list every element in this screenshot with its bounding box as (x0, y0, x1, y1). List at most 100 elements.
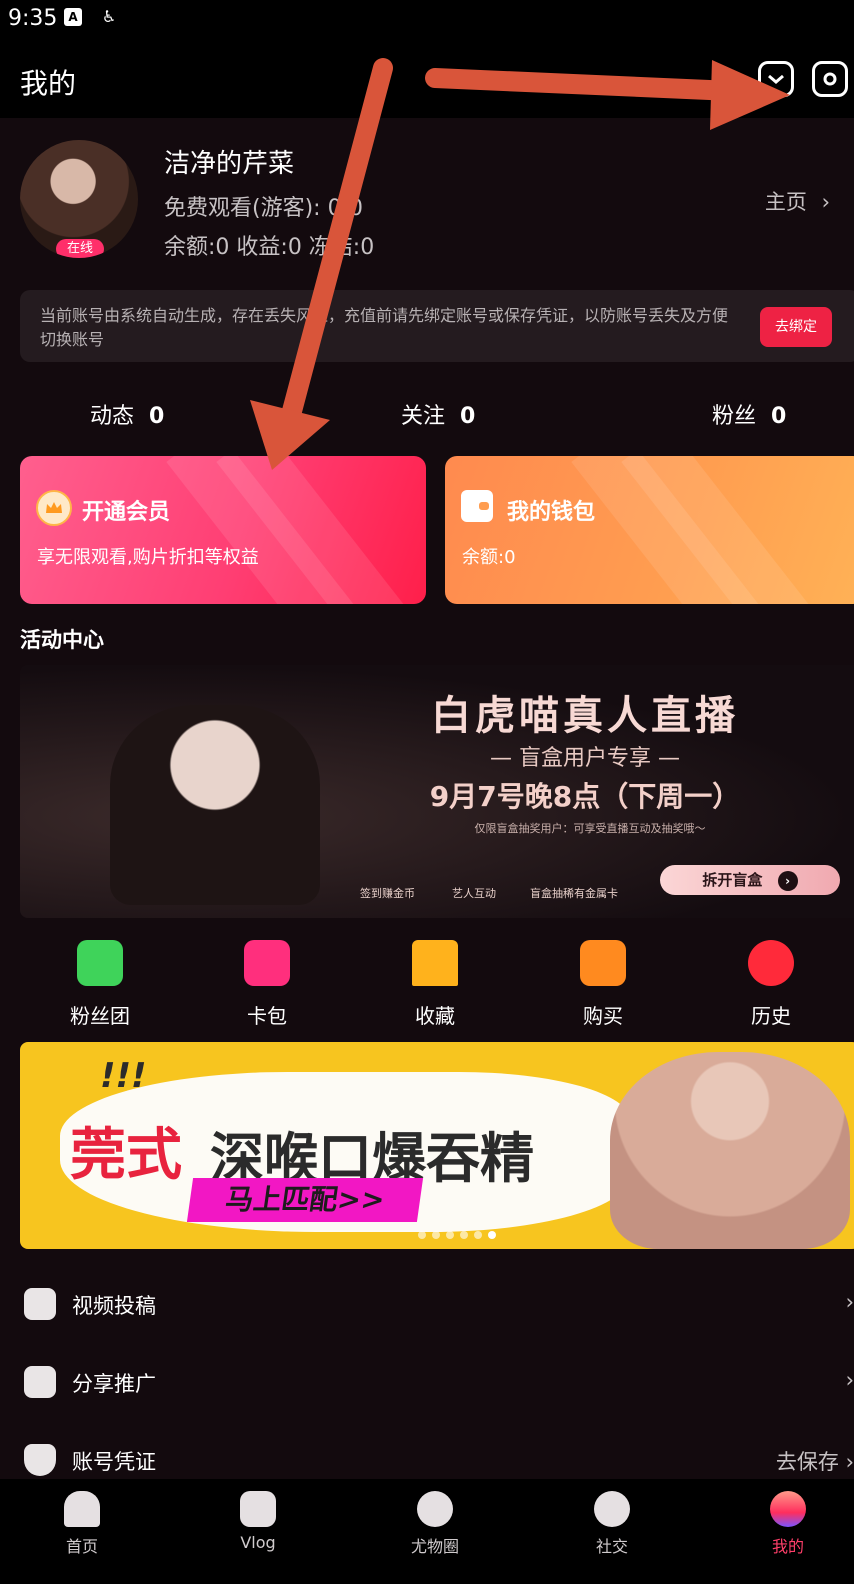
stat-label: 粉丝 (712, 404, 757, 429)
carousel-dot (460, 1231, 468, 1239)
share-icon (24, 1366, 56, 1398)
stat-value: 0 (460, 404, 476, 429)
carousel-dot (432, 1231, 440, 1239)
wallet-icon (461, 490, 493, 522)
carousel-dot-active (488, 1231, 496, 1239)
stat-posts[interactable]: 动态 0 (90, 398, 164, 430)
wallet-card-title: 我的钱包 (507, 500, 596, 525)
nav-social[interactable]: 社交 (552, 1491, 672, 1557)
quick-coupons[interactable]: 卡包 (207, 940, 327, 1029)
chevron-right-icon: › (821, 190, 830, 214)
banner-feature: 艺人互动 (452, 887, 496, 900)
stat-following[interactable]: 关注 0 (401, 398, 475, 430)
nav-label: 社交 (595, 1537, 628, 1556)
free-watch-count: 免费观看(游客): 0/0 (164, 196, 363, 221)
list-item-video-submit[interactable]: 视频投稿 › (20, 1276, 854, 1336)
list-item-label: 分享推广 (72, 1372, 156, 1396)
favorite-icon (412, 940, 458, 986)
quick-label: 购买 (583, 1004, 623, 1028)
message-icon[interactable] (758, 61, 794, 97)
play-icon (240, 1491, 276, 1527)
list-item-label: 账号凭证 (72, 1450, 156, 1474)
nav-circle[interactable]: 尤物圈 (375, 1491, 495, 1557)
promo-banner[interactable]: !!! 莞式 深喉口爆吞精 马上匹配>> (20, 1042, 854, 1249)
activity-center-title: 活动中心 (20, 628, 104, 652)
header: 我的 (0, 40, 854, 118)
quick-label: 历史 (751, 1004, 791, 1028)
stat-value: 0 (771, 404, 787, 429)
banner-subheadline: — 盲盒用户专享 — (490, 746, 680, 771)
nav-label: Vlog (240, 1533, 276, 1552)
banner-exclaim: !!! (100, 1056, 147, 1096)
match-now-button[interactable]: 马上匹配>> (186, 1178, 424, 1222)
vip-card[interactable]: 开通会员 享无限观看,购片折扣等权益 (20, 456, 426, 604)
heart-circle-icon (417, 1491, 453, 1527)
banner-note: 仅限盲盒抽奖用户：可享受直播互动及抽奖哦～ (474, 822, 706, 835)
vip-card-subtitle: 享无限观看,购片折扣等权益 (37, 547, 259, 568)
bind-account-button[interactable]: 去绑定 (760, 307, 832, 347)
home-icon (64, 1491, 100, 1527)
list-item-share[interactable]: 分享推广 › (20, 1354, 854, 1414)
quick-favorites[interactable]: 收藏 (375, 940, 495, 1029)
profile-icon (770, 1491, 806, 1527)
bind-account-notice: 当前账号由系统自动生成，存在丢失风险，充值前请先绑定账号或保存凭证，以防账号丢失… (20, 290, 854, 362)
username: 洁净的芹菜 (164, 149, 295, 179)
save-link[interactable]: 去保存 › (776, 1446, 854, 1476)
quick-label: 粉丝团 (70, 1004, 130, 1028)
banner-headline: 白虎喵真人直播 (431, 693, 739, 739)
balance-summary: 余额:0 收益:0 冻结:0 (164, 235, 375, 260)
status-time: 9:35 (8, 6, 58, 31)
status-bar: 9:35 A ♿ (0, 0, 854, 40)
page-title: 我的 (20, 67, 77, 100)
settings-icon[interactable] (812, 61, 848, 97)
upload-icon (24, 1288, 56, 1320)
coupon-icon (244, 940, 290, 986)
banner-photo (610, 1052, 850, 1249)
bottom-nav: 首页 Vlog 尤物圈 社交 我的 (0, 1479, 854, 1584)
shopping-bag-icon (580, 940, 626, 986)
quick-label: 收藏 (415, 1004, 455, 1028)
nav-vlog[interactable]: Vlog (198, 1491, 318, 1552)
quick-fan-group[interactable]: 粉丝团 (40, 940, 160, 1029)
nav-label: 尤物圈 (410, 1537, 459, 1556)
planet-icon (594, 1491, 630, 1527)
wallet-card-subtitle: 余额:0 (462, 547, 516, 568)
live-stream-banner[interactable]: 白虎喵真人直播 — 盲盒用户专享 — 9月7号晚8点（下周一） 仅限盲盒抽奖用户… (20, 665, 854, 918)
banner-red-text: 莞式 (70, 1123, 182, 1188)
wallet-card[interactable]: 我的钱包 余额:0 (445, 456, 854, 604)
nav-label: 首页 (65, 1537, 98, 1556)
carousel-dot (418, 1231, 426, 1239)
carousel-dots (415, 1224, 499, 1243)
nav-home[interactable]: 首页 (22, 1491, 142, 1557)
quick-history[interactable]: 历史 (711, 940, 831, 1029)
nav-me[interactable]: 我的 (728, 1491, 848, 1557)
notice-text: 当前账号由系统自动生成，存在丢失风险，充值前请先绑定账号或保存凭证，以防账号丢失… (40, 306, 729, 349)
chevron-right-icon: › (845, 1368, 854, 1392)
banner-feature: 签到赚金币 (360, 887, 415, 900)
stat-label: 动态 (90, 404, 135, 429)
list-item-label: 视频投稿 (72, 1294, 156, 1318)
quick-label: 卡包 (247, 1004, 287, 1028)
stat-fans[interactable]: 粉丝 0 (712, 398, 786, 430)
accessibility-icon: ♿ (101, 7, 117, 26)
banner-date: 9月7号晚8点（下周一） (429, 780, 741, 813)
homepage-link-label: 主页 (764, 190, 807, 214)
homepage-link[interactable]: 主页 › (765, 186, 830, 216)
banner-feature: 盲盒抽稀有金属卡 (530, 887, 618, 900)
open-blind-box-label: 拆开盲盒 (702, 871, 763, 889)
stat-label: 关注 (401, 404, 446, 429)
shield-icon (24, 1444, 56, 1476)
banner-photo (110, 705, 320, 905)
avatar[interactable]: 在线 (20, 140, 138, 258)
vip-card-title: 开通会员 (82, 500, 171, 525)
fan-group-icon (77, 940, 123, 986)
crown-icon (36, 490, 72, 526)
arrow-right-circle-icon: › (777, 870, 798, 891)
online-badge: 在线 (56, 239, 104, 258)
carousel-dot (474, 1231, 482, 1239)
quick-purchases[interactable]: 购买 (543, 940, 663, 1029)
stat-value: 0 (149, 404, 165, 429)
nav-label: 我的 (771, 1537, 804, 1556)
chevron-right-icon: › (845, 1290, 854, 1314)
open-blind-box-button[interactable]: 拆开盲盒 › (660, 865, 840, 895)
